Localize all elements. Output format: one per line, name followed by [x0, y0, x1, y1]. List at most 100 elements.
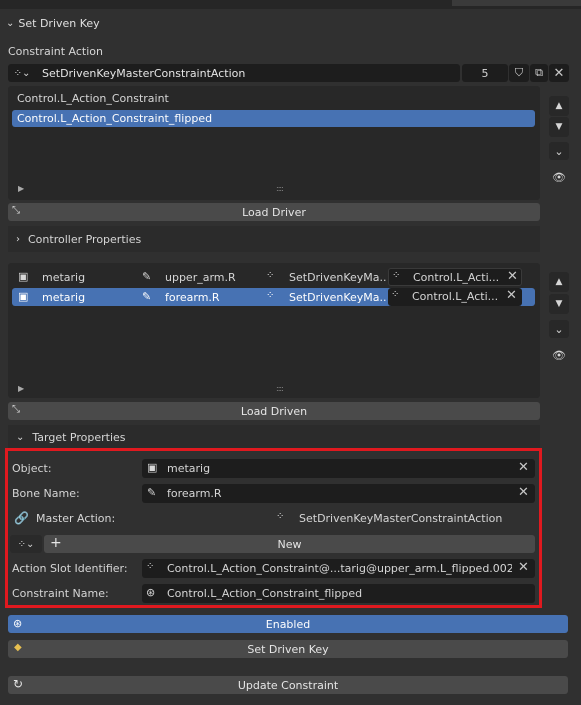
chevron-down-icon: ⌄ [554, 144, 564, 158]
plus-icon: + [50, 535, 62, 551]
enabled-toggle[interactable]: ⊛ Enabled [8, 615, 568, 633]
row-object: metarig [42, 271, 86, 284]
object-icon: ▣ [18, 290, 29, 303]
duplicate-icon: ⧉ [535, 66, 543, 79]
list-resize-grip[interactable]: :::: [276, 384, 284, 393]
row-action: SetDrivenKeyMa... [289, 291, 387, 304]
action-icon: ⁘ [266, 270, 275, 281]
load-driven-button[interactable]: ⤡ Load Driven [8, 402, 540, 420]
driver-icon: ⤡ [12, 205, 20, 216]
constraint-name-field[interactable]: ⊛ Control.L_Action_Constraint_flipped [142, 584, 535, 603]
bone-icon: ✎ [142, 270, 152, 283]
action-slot-field[interactable]: ⁘ Control.L_Action_Constraint@...tarig@u… [142, 559, 535, 578]
new-action-button[interactable]: + New [44, 535, 535, 553]
list-menu-button[interactable]: ⌄ [549, 320, 569, 338]
action-browse-icon: ⁘⌄ [17, 538, 35, 550]
driver-list[interactable]: Control.L_Action_Constraint Control.L_Ac… [8, 86, 540, 200]
list-expand-icon[interactable]: ▶ [18, 184, 24, 193]
users-count: 5 [481, 66, 489, 80]
row-bone: forearm.R [165, 291, 220, 304]
fake-user-button[interactable]: ⛉ [509, 64, 529, 82]
keyframe-icon: ◆ [14, 642, 22, 653]
row-constraint-field[interactable]: ⁘ Control.L_Acti... ✕ [388, 288, 522, 306]
visibility-button[interactable]: 👁 [549, 346, 569, 364]
driven-list[interactable]: ▣ metarig ✎ upper_arm.R ⁘ SetDrivenKeyMa… [8, 263, 540, 398]
object-icon: ▣ [147, 461, 158, 474]
clear-icon[interactable]: ✕ [506, 288, 517, 303]
list-item[interactable]: Control.L_Action_Constraint [17, 92, 529, 108]
table-row-selected[interactable]: ▣ metarig ✎ forearm.R ⁘ SetDrivenKeyMa..… [12, 288, 535, 306]
action-slot-value: Control.L_Action_Constraint@...tarig@upp… [167, 562, 512, 575]
row-constraint: Control.L_Acti... [413, 271, 500, 284]
set-driven-key-button[interactable]: ◆ Set Driven Key [8, 640, 568, 658]
triangle-down-icon: ▼ [555, 299, 563, 309]
target-properties-label: Target Properties [32, 430, 126, 444]
constraint-icon: ⊛ [146, 586, 156, 599]
shield-icon: ⛉ [514, 66, 524, 79]
triangle-up-icon: ▲ [555, 277, 563, 287]
load-driven-label: Load Driven [240, 404, 308, 418]
constraint-icon: ⁘ [392, 270, 401, 281]
bone-name-field[interactable]: ✎ forearm.R ✕ [142, 484, 535, 503]
eye-icon: 👁 [552, 348, 566, 362]
load-driver-label: Load Driver [242, 205, 306, 219]
clear-icon[interactable]: ✕ [518, 485, 529, 500]
object-label: Object: [12, 462, 52, 475]
constraint-action-label: Constraint Action [8, 45, 103, 58]
row-action: SetDrivenKeyMa... [289, 271, 387, 284]
list-menu-button[interactable]: ⌄ [549, 142, 569, 160]
eye-icon: 👁 [552, 170, 566, 184]
clear-icon[interactable]: ✕ [507, 269, 518, 284]
update-constraint-label: Update Constraint [237, 678, 339, 692]
panel-header[interactable]: ⌄ Set Driven Key [0, 12, 581, 34]
duplicate-action-button[interactable]: ⧉ [530, 64, 548, 82]
list-expand-icon[interactable]: ▶ [18, 384, 24, 393]
action-users-count[interactable]: 5 [462, 64, 508, 82]
slot-icon: ⁘ [146, 561, 155, 572]
action-slot-label: Action Slot Identifier: [12, 562, 128, 575]
bone-value: forearm.R [167, 487, 222, 500]
master-action-label: Master Action: [36, 512, 116, 525]
action-icon[interactable]: ⁘⌄ [8, 68, 36, 79]
triangle-down-icon: ▼ [555, 122, 563, 132]
close-icon: ✕ [553, 65, 565, 81]
target-properties-header[interactable]: ⌄ Target Properties [8, 425, 540, 449]
move-up-button[interactable]: ▲ [549, 96, 569, 116]
row-constraint: Control.L_Acti... [412, 290, 499, 303]
driven-icon: ⤡ [12, 404, 20, 415]
constraint-icon: ⁘ [391, 289, 400, 300]
triangle-up-icon: ▲ [555, 101, 563, 111]
move-down-button[interactable]: ▼ [549, 294, 569, 314]
top-tab[interactable] [452, 0, 581, 6]
bone-name-label: Bone Name: [12, 487, 80, 500]
row-bone: upper_arm.R [165, 271, 236, 284]
unlink-action-button[interactable]: ✕ [549, 64, 569, 82]
action-selector[interactable]: ⁘⌄ SetDrivenKeyMasterConstraintAction [8, 64, 460, 82]
object-icon: ▣ [18, 270, 29, 283]
row-object: metarig [42, 291, 86, 304]
load-driver-button[interactable]: ⤡ Load Driver [8, 203, 540, 221]
row-constraint-field[interactable]: ⁘ Control.L_Acti... ✕ [388, 268, 522, 286]
action-icon: ⁘ [276, 511, 285, 522]
link-icon: 🔗 [14, 511, 29, 525]
chevron-down-icon: ⌄ [554, 322, 564, 336]
table-row[interactable]: ▣ metarig ✎ upper_arm.R ⁘ SetDrivenKeyMa… [12, 267, 535, 287]
move-up-button[interactable]: ▲ [549, 272, 569, 292]
controller-properties-header[interactable]: › Controller Properties [8, 226, 540, 252]
move-down-button[interactable]: ▼ [549, 117, 569, 137]
visibility-button[interactable]: 👁 [549, 168, 569, 186]
constraint-name-label: Constraint Name: [12, 587, 109, 600]
list-item-selected[interactable]: Control.L_Action_Constraint_flipped [12, 110, 535, 127]
action-icon: ⁘ [266, 290, 275, 301]
list-resize-grip[interactable]: :::: [276, 184, 284, 193]
clear-icon[interactable]: ✕ [518, 560, 529, 575]
set-driven-key-label: Set Driven Key [247, 642, 329, 656]
action-name[interactable]: SetDrivenKeyMasterConstraintAction [36, 67, 245, 80]
chevron-down-icon: ⌄ [16, 431, 25, 443]
object-field[interactable]: ▣ metarig ✕ [142, 459, 535, 478]
clear-icon[interactable]: ✕ [518, 460, 529, 475]
update-constraint-button[interactable]: ↻ Update Constraint [8, 676, 568, 694]
action-browse-button[interactable]: ⁘⌄ [10, 535, 42, 553]
controller-properties-label: Controller Properties [28, 232, 142, 246]
bone-icon: ✎ [147, 486, 157, 499]
